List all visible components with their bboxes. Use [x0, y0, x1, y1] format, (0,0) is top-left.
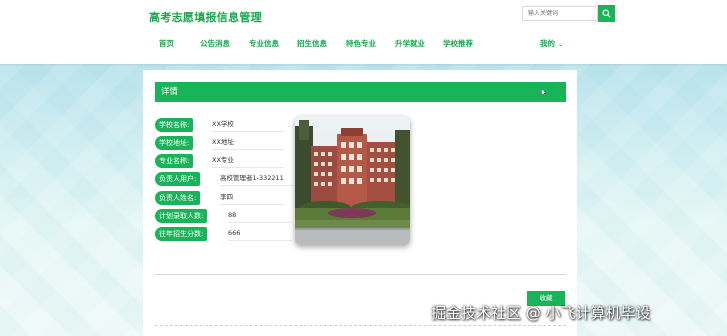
field-value: XX地址 — [212, 136, 284, 150]
divider — [155, 274, 566, 275]
field-value: XX专业 — [212, 154, 284, 168]
field-label: 往年招生分数: — [155, 227, 208, 241]
nav-account[interactable]: 我的 ⌄ — [540, 38, 563, 49]
field-label: 负责人姓名: — [155, 191, 201, 205]
chevron-down-icon: ⌄ — [558, 41, 564, 48]
nav-account-label: 我的 — [540, 39, 555, 48]
field-label: 学校名称: — [155, 118, 194, 132]
school-building-photo — [295, 116, 410, 245]
field-value: 666 — [228, 227, 292, 241]
field-value: XX学校 — [212, 118, 284, 132]
nav-admissions[interactable]: 招生信息 — [297, 38, 327, 49]
nav-further-study[interactable]: 升学就业 — [395, 38, 425, 49]
field-value: 李四 — [220, 191, 284, 205]
detail-heading: 详情 — [155, 82, 566, 102]
search-button[interactable] — [598, 5, 615, 22]
field-label: 专业名称: — [155, 154, 194, 168]
nav-majors[interactable]: 专业信息 — [249, 38, 279, 49]
search-input[interactable] — [522, 6, 598, 21]
nav-school-recommend[interactable]: 学校推荐 — [443, 38, 473, 49]
field-label: 学校地址: — [155, 136, 194, 150]
top-header: 高考志愿填报信息管理 首页 公告消息 专业信息 招生信息 特色专业 升学就业 学… — [0, 0, 727, 64]
watermark: 掘金技术社区 @ 小飞计算机毕设 — [431, 304, 651, 322]
nav-home[interactable]: 首页 — [159, 38, 174, 49]
search-icon — [602, 9, 611, 18]
nav-featured-majors[interactable]: 特色专业 — [346, 38, 376, 49]
cursor-icon — [541, 88, 547, 96]
site-title: 高考志愿填报信息管理 — [149, 11, 262, 24]
field-value: 88 — [228, 209, 292, 223]
field-label: 计划录取人数: — [155, 209, 208, 223]
dashed-divider — [155, 325, 566, 326]
main-nav: 首页 公告消息 专业信息 招生信息 特色专业 升学就业 学校推荐 我的 ⌄ — [0, 38, 727, 52]
field-label: 负责人用户: — [155, 172, 201, 186]
field-value: 高校管理者1-332211 — [220, 172, 294, 186]
nav-announcements[interactable]: 公告消息 — [200, 38, 230, 49]
detail-card: 详情 学校名称: XX学校 学校地址: XX地址 专业名称: XX专业 负责人用… — [143, 70, 577, 336]
